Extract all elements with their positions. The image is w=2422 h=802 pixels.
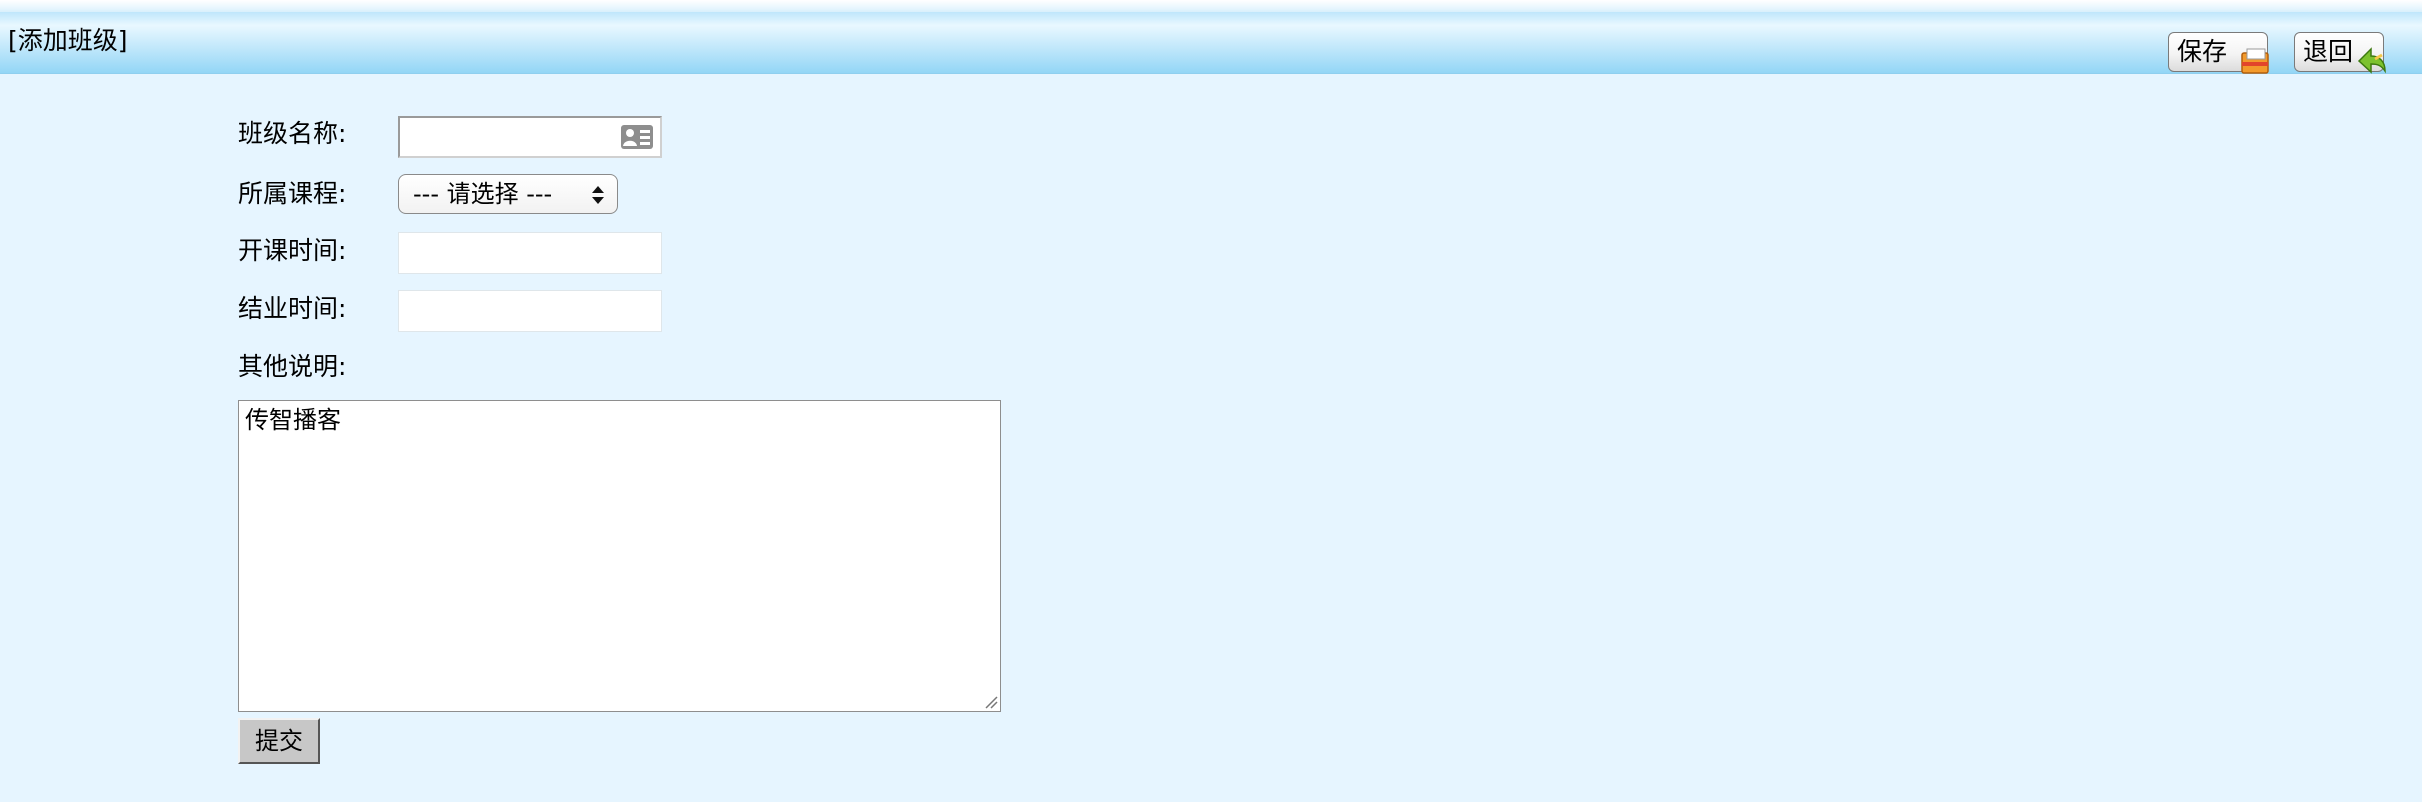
resize-grip-icon[interactable] xyxy=(984,695,998,709)
save-button-label: 保存 xyxy=(2177,37,2228,66)
select-arrows-icon xyxy=(592,186,604,204)
end-time-input[interactable] xyxy=(398,290,662,332)
course-select-value: --- 请选择 --- xyxy=(413,180,553,208)
notes-textarea[interactable]: 传智播客 xyxy=(238,400,1001,712)
top-strip xyxy=(0,0,2422,12)
course-label: 所属课程: xyxy=(238,179,347,208)
back-button-label: 退回 xyxy=(2303,37,2354,66)
save-icon xyxy=(2241,48,2269,74)
end-time-label: 结业时间: xyxy=(238,294,347,323)
title-bar: [添加班级] 保存 退回 xyxy=(0,12,2422,74)
class-name-label: 班级名称: xyxy=(238,119,347,148)
back-button[interactable]: 退回 xyxy=(2294,32,2386,74)
notes-label: 其他说明: xyxy=(238,352,347,381)
course-select[interactable]: --- 请选择 --- xyxy=(398,174,618,214)
page-title: [添加班级] xyxy=(8,26,128,55)
start-time-input[interactable] xyxy=(398,232,662,274)
submit-button[interactable]: 提交 xyxy=(238,718,320,764)
save-button[interactable]: 保存 xyxy=(2168,32,2269,74)
back-arrow-icon xyxy=(2357,47,2386,74)
contact-card-icon xyxy=(621,125,653,149)
start-time-label: 开课时间: xyxy=(238,236,347,265)
